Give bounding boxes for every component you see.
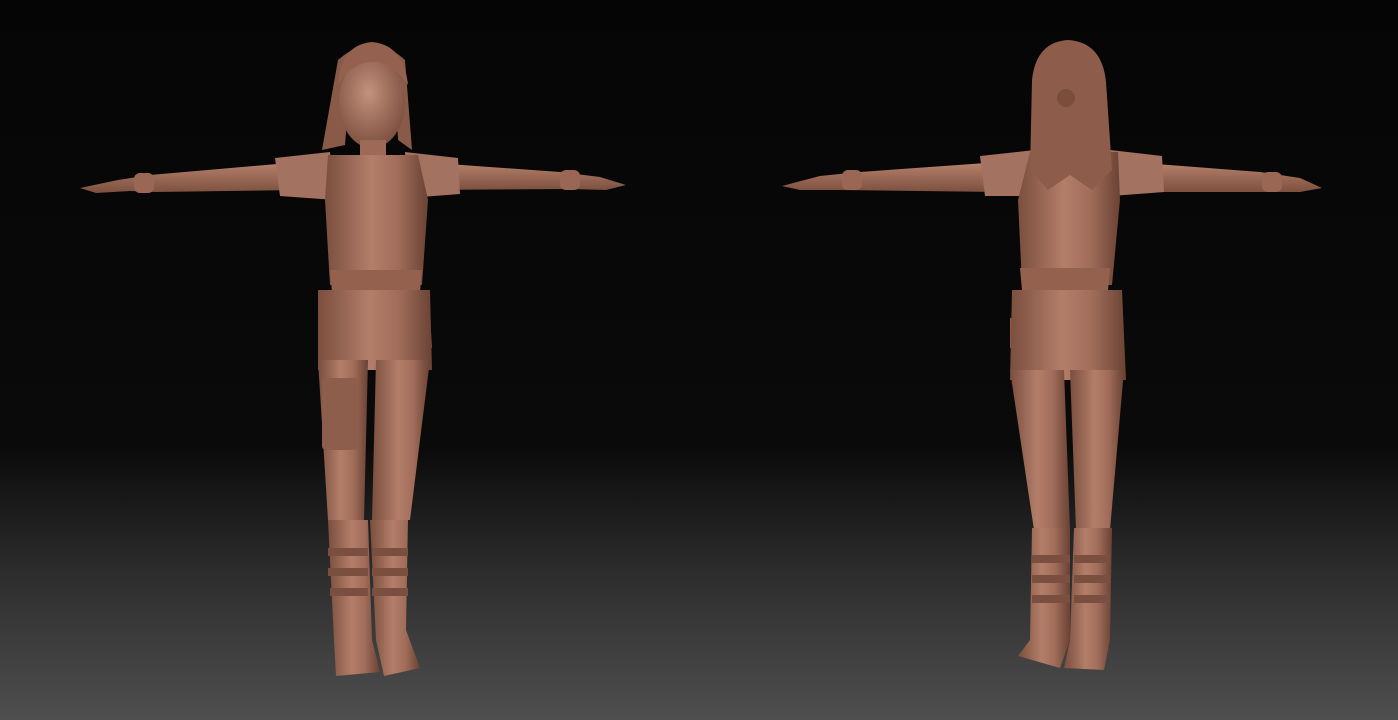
front-right-boot — [370, 520, 420, 676]
back-shirt-hem — [1020, 268, 1110, 290]
back-left-arm — [782, 162, 1000, 192]
front-hips — [318, 290, 432, 370]
front-shirt-hem — [330, 270, 422, 292]
front-boot-straps — [328, 548, 408, 596]
back-view-figure — [782, 40, 1322, 670]
back-right-wrist — [1262, 172, 1282, 192]
sculpt-viewport — [0, 0, 1398, 720]
front-view-figure — [80, 42, 626, 676]
front-left-wrist — [134, 173, 154, 193]
front-left-arm — [80, 162, 300, 193]
back-left-wrist — [842, 170, 862, 190]
front-right-leg — [372, 360, 430, 520]
back-left-leg — [1010, 370, 1070, 530]
back-hips — [1010, 290, 1126, 380]
render-canvas — [80, 40, 1322, 676]
back-right-leg — [1070, 370, 1124, 530]
back-hair-knot — [1057, 89, 1075, 107]
front-right-wrist — [560, 170, 580, 190]
front-shirt — [325, 155, 428, 285]
back-boot-straps — [1032, 555, 1110, 603]
front-thigh-patch — [322, 378, 358, 450]
back-hair — [1030, 40, 1112, 190]
